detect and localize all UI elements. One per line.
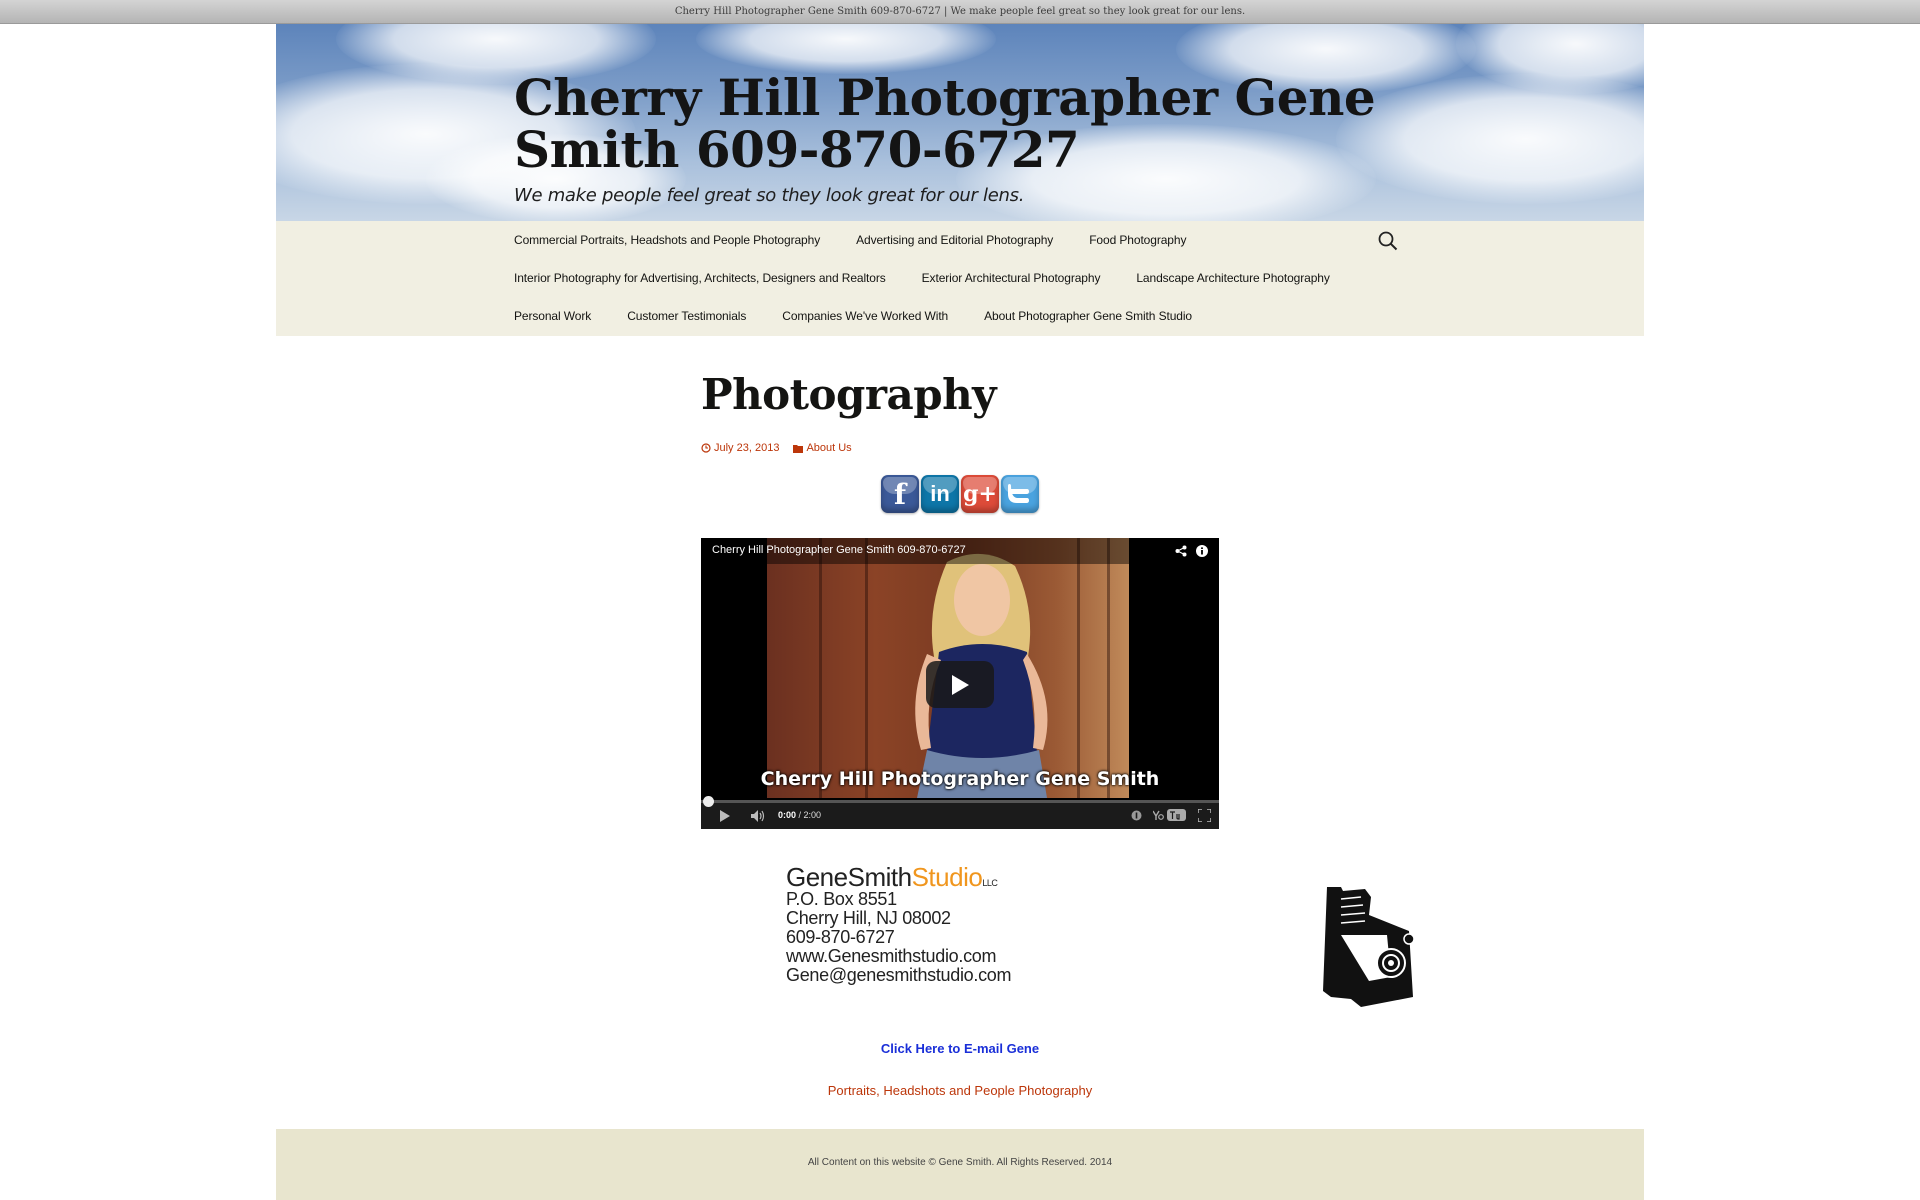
google-plus-icon[interactable]: g+ bbox=[961, 475, 999, 513]
fullscreen-icon[interactable] bbox=[1198, 809, 1211, 822]
nav-item-commercial-portraits[interactable]: Commercial Portraits, Headshots and Peop… bbox=[514, 233, 820, 247]
nav-row-1: Commercial Portraits, Headshots and Peop… bbox=[514, 221, 1222, 259]
play-icon bbox=[952, 674, 969, 695]
video-controls: 0:00 / 2:00 bbox=[701, 796, 1219, 829]
window-title: Cherry Hill Photographer Gene Smith 609-… bbox=[674, 6, 1246, 17]
nav-row-2: Interior Photography for Advertising, Ar… bbox=[514, 259, 1366, 297]
video-caption: Cherry Hill Photographer Gene Smith bbox=[760, 768, 1160, 790]
portraits-link[interactable]: Portraits, Headshots and People Photogra… bbox=[276, 1083, 1644, 1098]
facebook-icon[interactable]: f bbox=[881, 475, 919, 513]
video-title[interactable]: Cherry Hill Photographer Gene Smith 609-… bbox=[712, 544, 966, 556]
video-scrubber[interactable] bbox=[703, 796, 714, 807]
main-navigation: Commercial Portraits, Headshots and Peop… bbox=[276, 221, 1644, 336]
folder-icon bbox=[793, 444, 804, 453]
nav-item-food-photography[interactable]: Food Photography bbox=[1089, 233, 1186, 247]
nav-item-personal-work[interactable]: Personal Work bbox=[514, 309, 591, 323]
nav-row-3: Personal Work Customer Testimonials Comp… bbox=[514, 297, 1228, 335]
nav-item-about-studio[interactable]: About Photographer Gene Smith Studio bbox=[984, 309, 1192, 323]
post-meta: July 23, 2013 About Us bbox=[701, 442, 866, 454]
post-date: July 23, 2013 bbox=[714, 442, 780, 454]
email-gene-link[interactable]: Click Here to E-mail Gene bbox=[276, 1041, 1644, 1056]
vintage-camera-icon bbox=[1323, 887, 1415, 1007]
site-tagline: We make people feel great so they look g… bbox=[514, 185, 1025, 206]
footer-copyright: All Content on this website © Gene Smith… bbox=[807, 1157, 1113, 1168]
studio-phone: 609-870-6727 bbox=[786, 927, 895, 947]
annotations-icon[interactable] bbox=[1131, 810, 1142, 821]
post-title[interactable]: Photography bbox=[701, 370, 997, 419]
search-icon[interactable] bbox=[1377, 230, 1399, 252]
info-icon[interactable] bbox=[1196, 545, 1208, 557]
play-control-icon[interactable] bbox=[719, 810, 731, 822]
video-top-bar: Cherry Hill Photographer Gene Smith 609-… bbox=[701, 538, 1219, 564]
nav-item-interior-photography[interactable]: Interior Photography for Advertising, Ar… bbox=[514, 271, 886, 285]
site-container: Cherry Hill Photographer Gene Smith 609-… bbox=[276, 24, 1644, 1200]
twitter-icon[interactable] bbox=[1001, 475, 1039, 513]
post-date-link[interactable]: July 23, 2013 bbox=[701, 442, 779, 454]
linkedin-icon[interactable]: in bbox=[921, 475, 959, 513]
studio-address-line-2: Cherry Hill, NJ 08002 bbox=[786, 908, 951, 928]
play-button[interactable] bbox=[926, 661, 994, 708]
video-time-current: 0:00 bbox=[778, 810, 797, 820]
nav-item-advertising-editorial[interactable]: Advertising and Editorial Photography bbox=[856, 233, 1053, 247]
share-icon[interactable] bbox=[1175, 545, 1187, 557]
video-player[interactable]: Cherry Hill Photographer Gene Smith 609-… bbox=[701, 538, 1219, 829]
video-time: 0:00 / 2:00 bbox=[778, 810, 821, 820]
nav-item-exterior-architectural[interactable]: Exterior Architectural Photography bbox=[922, 271, 1101, 285]
studio-website: www.Genesmithstudio.com bbox=[786, 946, 997, 966]
site-title[interactable]: Cherry Hill Photographer Gene Smith 609-… bbox=[514, 72, 1474, 176]
window-title-bar: Cherry Hill Photographer Gene Smith 609-… bbox=[0, 0, 1920, 24]
youtube-logo-icon[interactable] bbox=[1152, 808, 1187, 822]
volume-icon[interactable] bbox=[751, 810, 767, 822]
video-progress-bar[interactable] bbox=[701, 796, 1219, 807]
studio-name-part1: GeneSmith bbox=[786, 862, 912, 892]
studio-address-line-1: P.O. Box 8551 bbox=[786, 889, 897, 909]
site-footer: All Content on this website © Gene Smith… bbox=[276, 1129, 1644, 1200]
clock-icon bbox=[701, 443, 711, 453]
studio-name-part2: Studio bbox=[911, 862, 983, 892]
nav-item-companies[interactable]: Companies We've Worked With bbox=[782, 309, 948, 323]
studio-email: Gene@genesmithstudio.com bbox=[786, 965, 1012, 985]
studio-contact-card: GeneSmithStudioLLC P.O. Box 8551 Cherry … bbox=[786, 862, 1146, 990]
post-category: About Us bbox=[806, 442, 852, 454]
site-header[interactable]: Cherry Hill Photographer Gene Smith 609-… bbox=[276, 24, 1644, 221]
nav-item-landscape-architecture[interactable]: Landscape Architecture Photography bbox=[1136, 271, 1330, 285]
social-share-buttons: f in g+ bbox=[881, 475, 1041, 513]
post-category-link[interactable]: About Us bbox=[793, 442, 852, 454]
studio-llc: LLC bbox=[982, 878, 998, 888]
nav-item-customer-testimonials[interactable]: Customer Testimonials bbox=[627, 309, 746, 323]
video-time-total: / 2:00 bbox=[798, 810, 822, 820]
